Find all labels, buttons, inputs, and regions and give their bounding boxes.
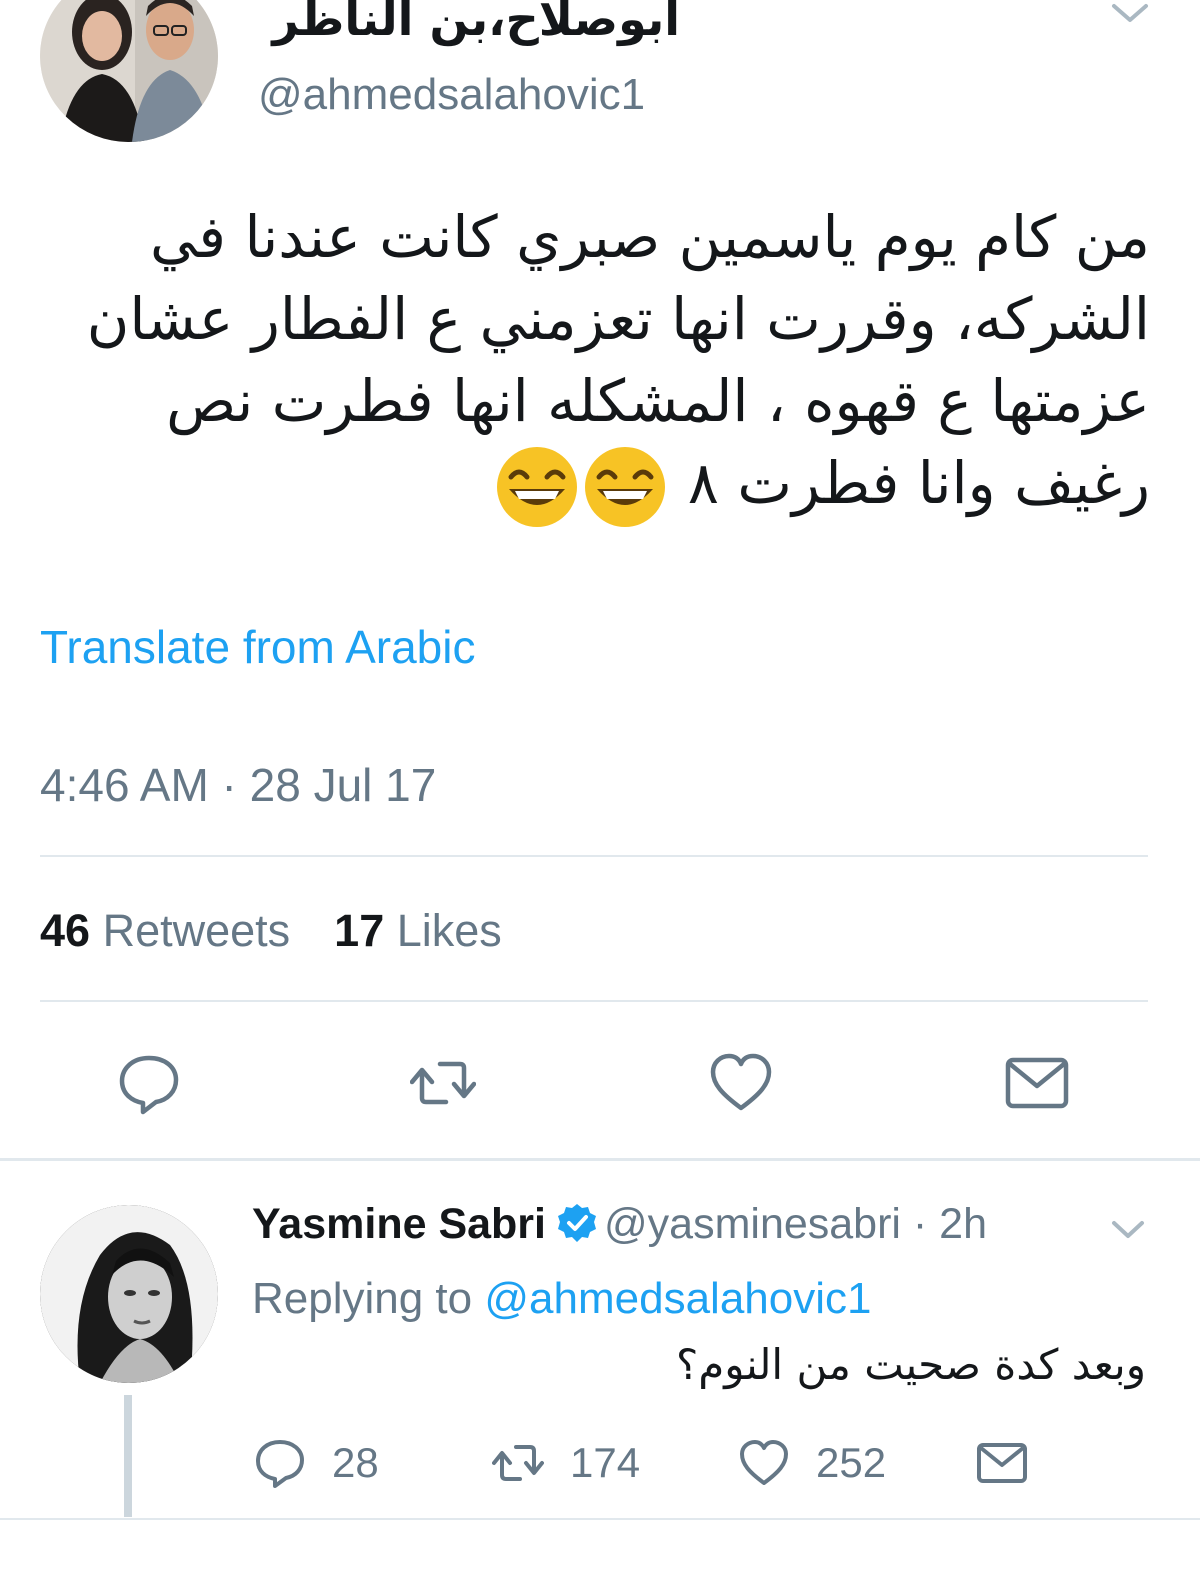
divider — [0, 1158, 1200, 1161]
tweet-stats: 46 Retweets 17 Likes — [40, 905, 502, 957]
replying-to: Replying to @ahmedsalahovic1 — [252, 1274, 871, 1324]
like-icon[interactable] — [708, 1050, 774, 1116]
divider — [40, 1000, 1148, 1002]
retweet-icon — [492, 1445, 544, 1481]
likes-stat[interactable]: 17 Likes — [334, 905, 502, 956]
reply-icon[interactable] — [116, 1050, 182, 1116]
author-handle[interactable]: @ahmedsalahovic1 — [258, 70, 645, 120]
retweets-count: 46 — [40, 905, 91, 956]
chevron-down-icon[interactable] — [1110, 1218, 1146, 1242]
replying-mention-link[interactable]: @ahmedsalahovic1 — [484, 1274, 871, 1323]
translate-link[interactable]: Translate from Arabic — [40, 620, 475, 674]
verified-badge-icon — [558, 1204, 596, 1242]
reply-replies-count: 28 — [332, 1439, 379, 1486]
like-icon — [740, 1440, 788, 1485]
retweet-icon[interactable] — [410, 1050, 476, 1116]
retweets-stat[interactable]: 46 Retweets — [40, 905, 290, 956]
divider — [0, 1518, 1200, 1520]
author-avatar[interactable] — [40, 0, 218, 142]
retweets-label: Retweets — [102, 905, 291, 956]
reply-retweets-count: 174 — [570, 1439, 641, 1486]
reply-likes-count: 252 — [816, 1439, 887, 1486]
reply-display-name[interactable]: Yasmine Sabri — [252, 1200, 546, 1248]
dm-icon — [977, 1443, 1027, 1483]
reply-retweet-action[interactable]: 174 — [492, 1438, 640, 1488]
reply-dm-action[interactable] — [976, 1438, 1054, 1488]
thread-line — [124, 1395, 132, 1517]
reply-like-action[interactable]: 252 — [738, 1438, 886, 1488]
dm-icon[interactable] — [1004, 1050, 1070, 1116]
likes-count: 17 — [334, 905, 385, 956]
joy-emoji-icon — [497, 446, 578, 527]
reply-reply-action[interactable]: 28 — [254, 1438, 379, 1488]
author-display-name[interactable]: ابوصلاح،بن الناظر — [272, 0, 680, 46]
tweet-text: من كام يوم ياسمين صبري كانت عندنا في الش… — [50, 196, 1150, 529]
reply-icon — [256, 1440, 304, 1488]
reply-handle-time[interactable]: @yasminesabri · 2h — [604, 1200, 987, 1248]
divider — [40, 855, 1148, 857]
joy-emoji-icon — [585, 446, 666, 527]
reply-author-avatar[interactable] — [40, 1205, 218, 1383]
chevron-down-icon[interactable] — [1110, 0, 1150, 26]
reply-header: Yasmine Sabri @yasminesabri · 2h — [252, 1200, 987, 1249]
tweet-timestamp[interactable]: 4:46 AM · 28 Jul 17 — [40, 758, 436, 812]
reply-text: وبعد كدة صحيت من النوم؟ — [675, 1340, 1146, 1389]
likes-label: Likes — [396, 905, 502, 956]
replying-prefix: Replying to — [252, 1274, 473, 1323]
